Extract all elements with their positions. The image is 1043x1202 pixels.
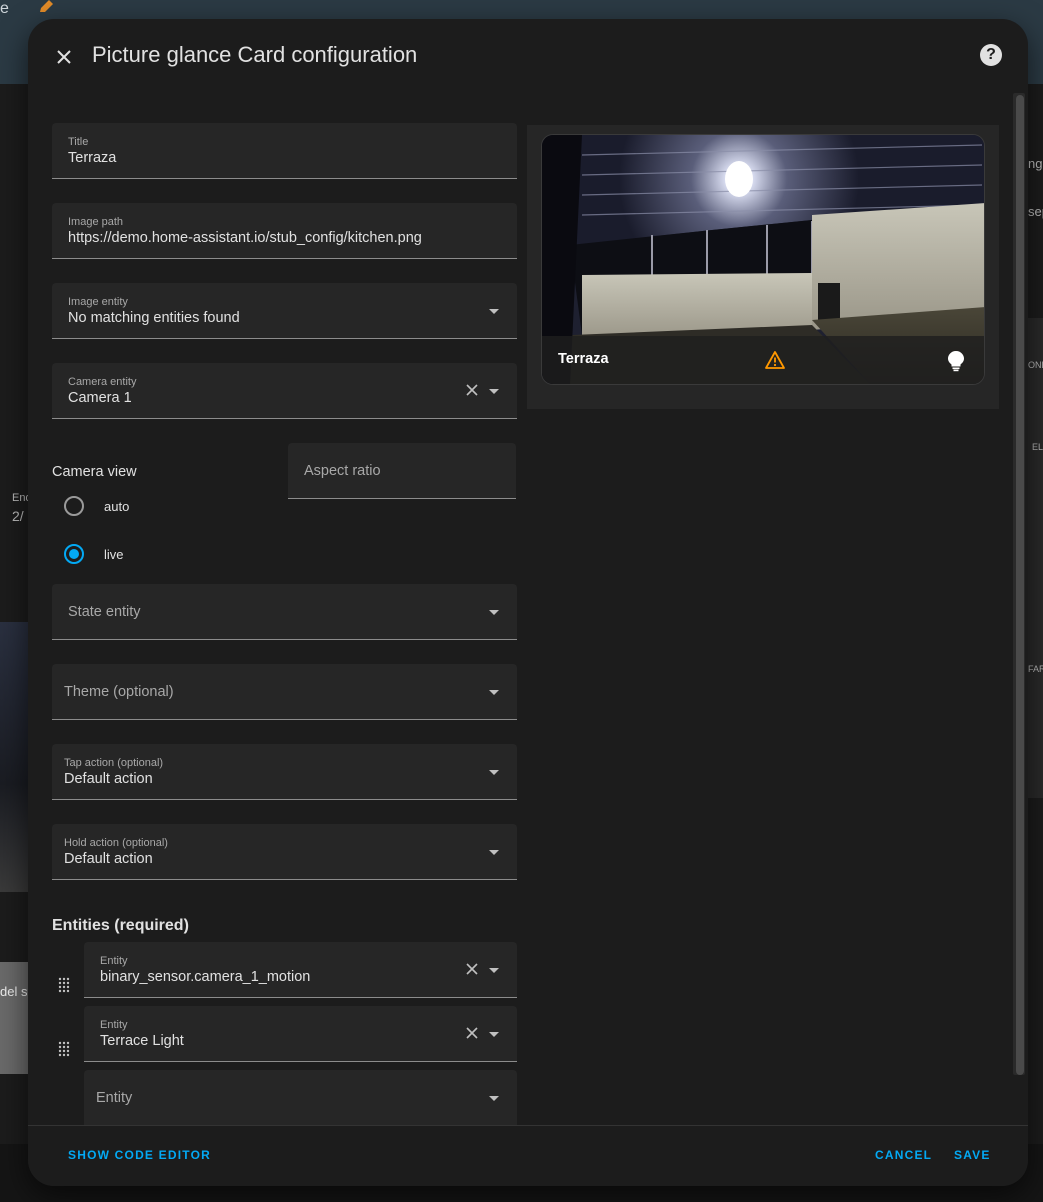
title-field[interactable]: Title Terraza: [52, 123, 517, 179]
card-title: Terraza: [558, 351, 609, 367]
radio-button[interactable]: [64, 496, 84, 516]
theme-select[interactable]: Theme (optional): [52, 664, 517, 720]
entity-value: binary_sensor.camera_1_motion: [100, 969, 311, 985]
help-icon[interactable]: ?: [980, 44, 1002, 66]
clear-icon[interactable]: [465, 962, 479, 976]
radio-label: live: [104, 546, 124, 562]
save-button[interactable]: SAVE: [954, 1148, 991, 1162]
hold-action-value: Default action: [64, 851, 153, 867]
entity-row-1[interactable]: Entity binary_sensor.camera_1_motion: [84, 942, 517, 998]
image-path-field[interactable]: Image path https://demo.home-assistant.i…: [52, 203, 517, 259]
title-field-value: Terraza: [68, 150, 117, 166]
hold-action-select[interactable]: Hold action (optional) Default action: [52, 824, 517, 880]
entity-label: Entity: [100, 1019, 128, 1031]
camera-entity-label: Camera entity: [68, 376, 137, 388]
background-map: [1028, 318, 1043, 798]
theme-placeholder: Theme (optional): [64, 684, 174, 700]
dialog-content: Title Terraza Image path https://demo.ho…: [28, 91, 1028, 1125]
tap-action-label: Tap action (optional): [64, 757, 164, 769]
background-text: EL: [1032, 442, 1043, 452]
image-entity-label: Image entity: [68, 296, 128, 308]
background-panel: [0, 962, 30, 1074]
picture-glance-card[interactable]: Terraza: [541, 134, 985, 385]
entity-row-2[interactable]: Entity Terrace Light: [84, 1006, 517, 1062]
camera-view-label: Camera view: [52, 464, 137, 480]
chevron-down-icon[interactable]: [489, 850, 499, 855]
background-text: sep: [1028, 204, 1043, 219]
chevron-down-icon[interactable]: [489, 968, 499, 973]
chevron-down-icon[interactable]: [489, 1032, 499, 1037]
entity-label: Entity: [100, 955, 128, 967]
clear-icon[interactable]: [465, 383, 479, 397]
state-entity-select[interactable]: State entity: [52, 584, 517, 640]
hold-action-label: Hold action (optional): [64, 837, 168, 849]
show-code-editor-button[interactable]: SHOW CODE EDITOR: [68, 1148, 211, 1162]
chevron-down-icon[interactable]: [489, 1096, 499, 1101]
radio-label: auto: [104, 498, 130, 514]
chevron-down-icon[interactable]: [489, 690, 499, 695]
camera-entity-value: Camera 1: [68, 390, 132, 406]
aspect-ratio-placeholder: Aspect ratio: [304, 463, 381, 479]
state-entity-placeholder: State entity: [68, 604, 141, 620]
camera-view-live-radio[interactable]: live: [64, 543, 124, 565]
background-text: ONE: [1028, 360, 1043, 370]
radio-button[interactable]: [64, 544, 84, 564]
cancel-button[interactable]: CANCEL: [875, 1148, 932, 1162]
image-entity-value: No matching entities found: [68, 310, 240, 326]
clear-icon[interactable]: [465, 1026, 479, 1040]
title-field-label: Title: [68, 136, 89, 148]
aspect-ratio-field[interactable]: Aspect ratio: [288, 443, 516, 499]
chevron-down-icon[interactable]: [489, 610, 499, 615]
background-text: 2/: [12, 508, 24, 524]
image-path-label: Image path: [68, 216, 124, 228]
entities-section-title: Entities (required): [52, 917, 189, 934]
card-preview: Terraza: [527, 125, 999, 409]
new-entity-select[interactable]: Entity: [84, 1070, 517, 1125]
scrollbar-thumb[interactable]: [1016, 95, 1024, 1075]
tap-action-value: Default action: [64, 771, 153, 787]
dialog-title: Picture glance Card configuration: [92, 42, 418, 67]
lightbulb-icon[interactable]: [946, 350, 966, 372]
drag-handle-icon[interactable]: [58, 977, 70, 993]
card-footer: Terraza: [542, 336, 984, 384]
dialog-header: Picture glance Card configuration ?: [28, 19, 1028, 91]
image-entity-select[interactable]: Image entity No matching entities found: [52, 283, 517, 339]
new-entity-placeholder: Entity: [96, 1090, 133, 1106]
drag-handle-icon[interactable]: [58, 1041, 70, 1057]
dialog-footer: SHOW CODE EDITOR CANCEL SAVE: [28, 1125, 1028, 1186]
image-path-value: https://demo.home-assistant.io/stub_conf…: [68, 230, 422, 246]
background-text: e: [0, 0, 9, 17]
chevron-down-icon[interactable]: [489, 389, 499, 394]
chevron-down-icon[interactable]: [489, 770, 499, 775]
background-text: del s: [0, 984, 28, 999]
background-image: [0, 622, 30, 892]
background-text: ng: [1028, 156, 1043, 171]
camera-view-auto-radio[interactable]: auto: [64, 495, 129, 517]
camera-entity-select[interactable]: Camera entity Camera 1: [52, 363, 517, 419]
card-configuration-dialog: Picture glance Card configuration ? Titl…: [28, 19, 1028, 1186]
chevron-down-icon[interactable]: [489, 309, 499, 314]
pencil-icon: [40, 0, 53, 12]
close-icon[interactable]: [50, 43, 78, 71]
tap-action-select[interactable]: Tap action (optional) Default action: [52, 744, 517, 800]
entity-value: Terrace Light: [100, 1033, 184, 1049]
alert-triangle-icon[interactable]: [764, 350, 786, 370]
background-text: FAR: [1028, 664, 1043, 674]
